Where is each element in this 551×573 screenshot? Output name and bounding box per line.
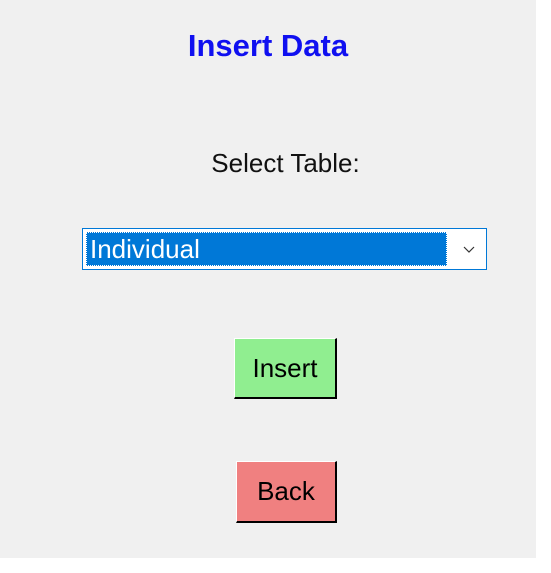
insert-data-window: Insert Data Select Table: Individual Ins… bbox=[0, 0, 536, 558]
select-table-label: Select Table: bbox=[211, 148, 360, 178]
back-button[interactable]: Back bbox=[236, 461, 337, 523]
insert-button[interactable]: Insert bbox=[234, 338, 337, 399]
page-title: Insert Data bbox=[187, 28, 349, 63]
table-select[interactable]: Individual bbox=[82, 228, 487, 270]
chevron-down-icon[interactable] bbox=[461, 241, 477, 257]
table-select-value: Individual bbox=[86, 232, 447, 266]
